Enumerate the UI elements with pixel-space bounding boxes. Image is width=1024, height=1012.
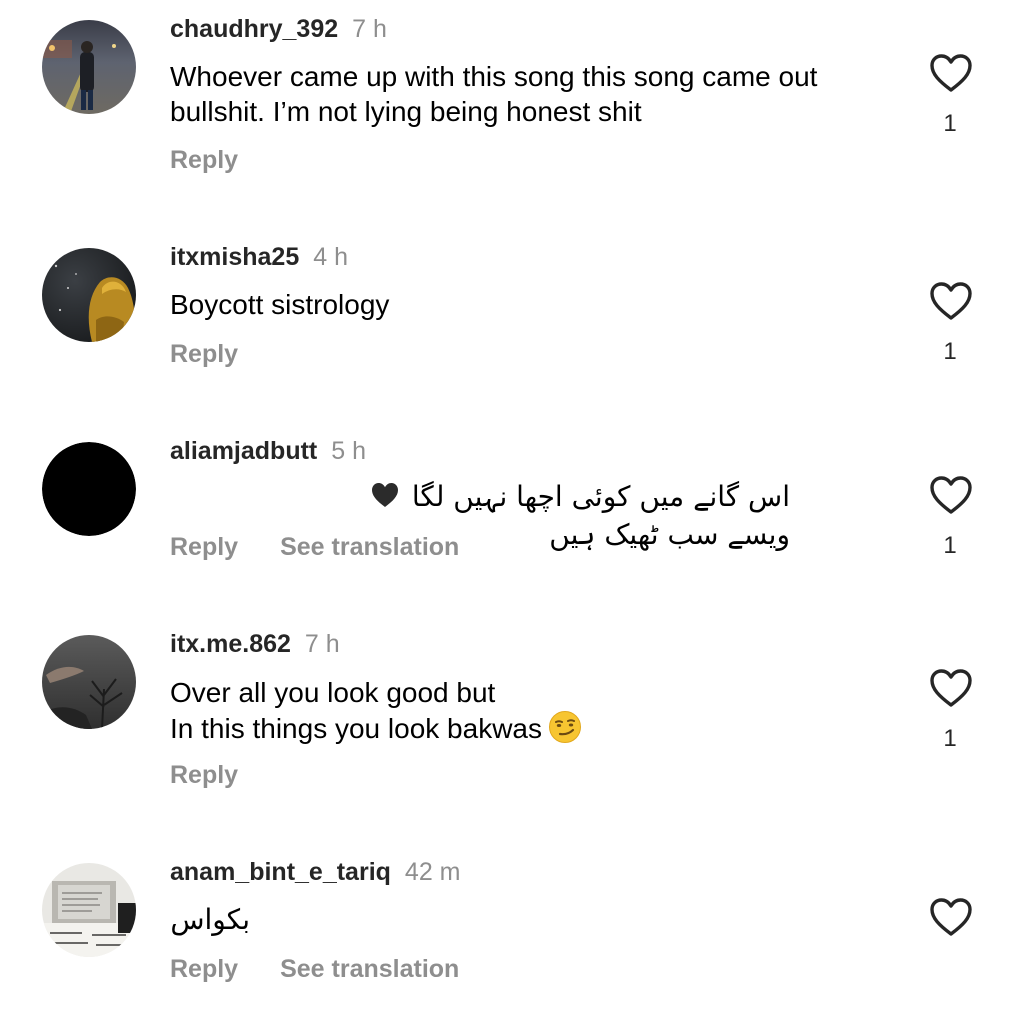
- heart-outline-icon[interactable]: [929, 53, 973, 93]
- username[interactable]: chaudhry_392: [170, 15, 338, 43]
- timestamp: 7 h: [352, 15, 387, 43]
- like-count[interactable]: 1: [930, 532, 970, 560]
- comment-header: itx.me.862 7 h: [170, 629, 340, 659]
- avatar[interactable]: [42, 863, 136, 957]
- timestamp: 5 h: [331, 437, 367, 465]
- heart-outline-icon[interactable]: [929, 475, 973, 515]
- comment-text-line: In this things you look bakwas: [170, 713, 542, 744]
- comment-text-line: Whoever came up with this song this song…: [170, 61, 818, 92]
- comment-actions: Reply: [170, 760, 238, 790]
- heart-outline-icon[interactable]: [929, 897, 973, 937]
- reply-button[interactable]: Reply: [170, 533, 238, 561]
- comment-header: itxmisha25 4 h: [170, 242, 348, 272]
- avatar[interactable]: [42, 20, 136, 114]
- username[interactable]: itxmisha25: [170, 243, 299, 271]
- comment-actions: Reply: [170, 145, 238, 175]
- see-translation-button[interactable]: See translation: [280, 533, 459, 561]
- comment-header: anam_bint_e_tariq 42 m: [170, 857, 461, 887]
- avatar-image: [42, 863, 136, 957]
- username[interactable]: aliamjadbutt: [170, 437, 317, 465]
- reply-button[interactable]: Reply: [170, 955, 238, 983]
- comment-text-line: bullshit. I’m not lying being honest shi…: [170, 96, 642, 127]
- heart-outline-icon[interactable]: [929, 668, 973, 708]
- username[interactable]: itx.me.862: [170, 630, 291, 658]
- comment-header: aliamjadbutt 5 h: [170, 436, 366, 466]
- comment-text: Over all you look good but In this thing…: [170, 675, 890, 752]
- comment-header: chaudhry_392 7 h: [170, 14, 387, 44]
- like-count[interactable]: 1: [930, 725, 970, 753]
- comment-text-urdu: اس گانے میں کوئی اچھا نہیں لگا: [411, 480, 790, 513]
- like-count[interactable]: 1: [930, 110, 970, 138]
- avatar-image: [42, 248, 136, 342]
- reply-button[interactable]: Reply: [170, 340, 238, 368]
- comment-text: Boycott sistrology: [170, 287, 890, 322]
- comment-actions: Reply See translation: [170, 954, 459, 984]
- comment-actions: Reply See translation: [170, 532, 459, 562]
- avatar-image: [42, 442, 136, 536]
- black-heart-emoji-icon: [370, 481, 400, 517]
- comment-text-line: Over all you look good but: [170, 677, 496, 708]
- timestamp: 4 h: [313, 243, 349, 271]
- avatar[interactable]: [42, 442, 136, 536]
- reply-button[interactable]: Reply: [170, 146, 238, 174]
- comment-text-line: Boycott sistrology: [170, 289, 390, 320]
- comment-text: بکواس: [170, 902, 250, 937]
- avatar-image: [42, 20, 136, 114]
- timestamp: 7 h: [304, 630, 340, 658]
- smirking-face-emoji-icon: [548, 710, 582, 752]
- comment-actions: Reply: [170, 339, 238, 369]
- see-translation-button[interactable]: See translation: [280, 955, 459, 983]
- timestamp: 42 m: [404, 858, 461, 886]
- heart-outline-icon[interactable]: [929, 281, 973, 321]
- comment-text-line-with-emoji: In this things you look bakwas: [170, 710, 890, 752]
- avatar[interactable]: [42, 635, 136, 729]
- comment-text-urdu: ویسے سب ٹھیک ہیں: [549, 517, 790, 551]
- like-count[interactable]: 1: [930, 338, 970, 366]
- comment-text-urdu: بکواس: [170, 903, 250, 936]
- username[interactable]: anam_bint_e_tariq: [170, 858, 391, 886]
- reply-button[interactable]: Reply: [170, 761, 238, 789]
- avatar[interactable]: [42, 248, 136, 342]
- comment-text: Whoever came up with this song this song…: [170, 59, 890, 129]
- avatar-image: [42, 635, 136, 729]
